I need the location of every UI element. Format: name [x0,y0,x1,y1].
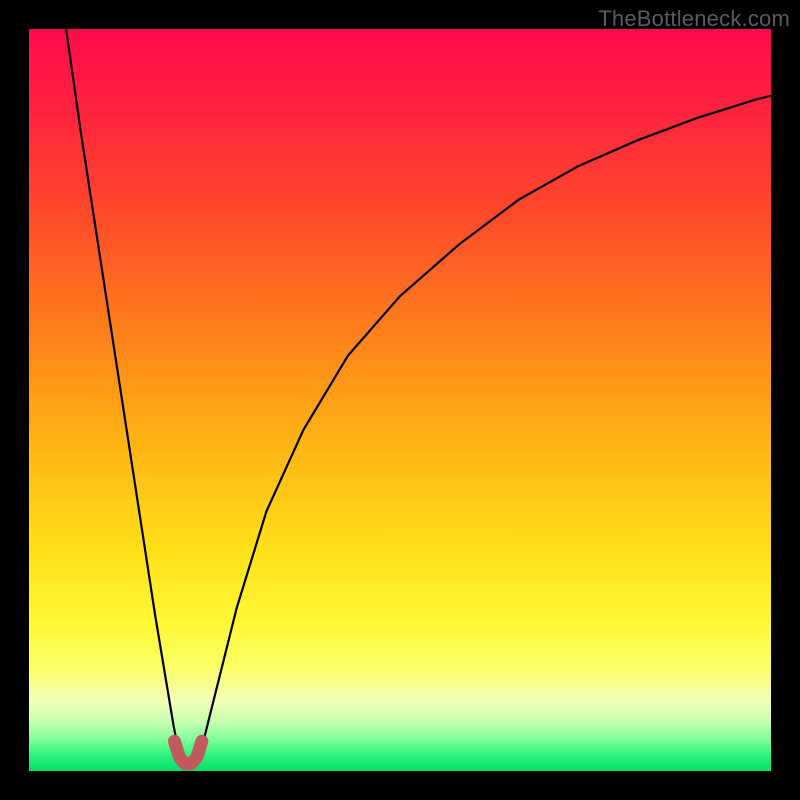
chart-frame: TheBottleneck.com [0,0,800,800]
plot-area [29,29,771,771]
watermark-label: TheBottleneck.com [598,6,790,32]
gradient-background [29,29,771,771]
plot-svg [29,29,771,771]
